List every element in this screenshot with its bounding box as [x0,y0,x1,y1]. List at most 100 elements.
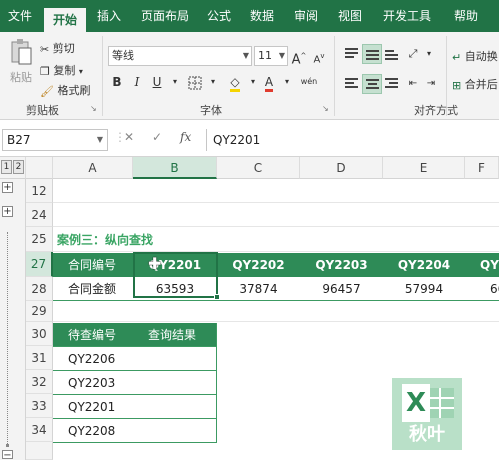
tab-file[interactable]: 文件 [0,0,40,32]
decrease-font-size-button[interactable]: Av [310,46,328,66]
select-all-corner[interactable] [26,157,53,179]
row-header-selected[interactable]: 27 [26,252,53,277]
table1-value-cell[interactable]: 96457 [300,277,383,301]
bold-button[interactable]: B [108,72,126,92]
tab-home[interactable]: 开始 [44,8,86,32]
paste-button[interactable]: 粘贴 [6,38,36,94]
clipboard-dialog-launcher-icon[interactable]: ↘ [90,104,97,113]
outline-level-2-button[interactable]: 2 [13,160,24,174]
qiuye-logo: X 秋叶 [392,378,462,450]
table2-lookup-cell[interactable]: QY2208 [60,419,133,443]
increase-font-size-button[interactable]: A^ [290,46,308,67]
row-header[interactable] [26,442,53,460]
column-header-d[interactable]: D [300,157,383,179]
expand-group-icon[interactable]: + [2,206,13,217]
row-header[interactable]: 28 [26,277,53,301]
table1-header-label[interactable]: 合同编号 [60,253,133,277]
table2-header-cell[interactable]: 查询结果 [140,323,217,347]
column-header-f[interactable]: F [465,157,499,179]
align-top-button[interactable] [342,44,362,64]
fill-color-button[interactable]: ◇ [226,72,244,92]
cancel-icon[interactable]: ✕ [124,130,134,144]
table1-header-cell[interactable]: QY2202 [217,253,300,277]
fill-handle[interactable] [214,294,220,300]
orientation-chevron-down-icon[interactable]: ▾ [420,44,438,64]
table2-lookup-cell[interactable]: QY2201 [60,395,133,419]
row-header[interactable]: 24 [26,203,53,227]
selected-cell-outline[interactable] [133,252,218,298]
table1-value-cell[interactable]: 66 [474,277,499,301]
tab-view[interactable]: 视图 [330,0,370,32]
expand-group-icon[interactable]: + [2,182,13,193]
table2-row-border [53,346,217,347]
italic-button[interactable]: I [128,72,146,92]
table2-header-cell[interactable]: 待查编号 [60,323,133,347]
copy-chevron-down-icon: ▾ [78,67,83,76]
tab-insert[interactable]: 插入 [90,0,128,32]
name-box[interactable]: B27 ▼ [2,129,108,151]
format-painter-button[interactable]: 🖌 格式刷 [40,82,90,98]
outline-gutter [0,179,26,460]
wrap-text-button[interactable]: ↵ 自动换 [452,48,498,64]
table1-value-cell[interactable]: 37874 [217,277,300,301]
table1-value-cell[interactable]: 57994 [383,277,465,301]
column-header-b[interactable]: B [133,157,217,179]
increase-indent-icon[interactable]: ⇥ [422,74,440,94]
font-color-chevron-down-icon[interactable]: ▾ [278,72,296,92]
align-middle-button[interactable] [362,44,382,64]
cut-label: 剪切 [52,42,75,55]
insert-function-button[interactable]: fx [180,130,191,144]
underline-chevron-down-icon[interactable]: ▾ [166,72,184,92]
font-color-button[interactable]: A [260,72,278,92]
row-header[interactable]: 31 [26,346,53,370]
copy-button[interactable]: ❐ 复制 ▾ [40,62,83,78]
table2-lookup-cell[interactable]: QY2206 [60,347,133,371]
row-header[interactable]: 25 [26,227,53,252]
table1-header-cell[interactable]: QY2204 [383,253,465,277]
column-header-a[interactable]: A [53,157,133,179]
font-name-dropdown[interactable]: 等线 ▼ [108,46,252,66]
collapse-group-icon[interactable]: − [2,450,13,460]
group-divider [334,36,335,116]
align-center-button[interactable] [362,74,382,94]
tab-developer[interactable]: 开发工具 [374,0,440,32]
column-header-e[interactable]: E [383,157,465,179]
align-bottom-button[interactable] [382,44,402,64]
formula-input[interactable]: QY2201 [206,129,499,151]
copy-icon: ❐ [40,64,50,78]
phonetic-wen-label: wén [300,77,318,86]
decrease-indent-icon[interactable]: ⇤ [404,74,422,94]
outline-level-1-button[interactable]: 1 [1,160,12,174]
enter-icon[interactable]: ✓ [152,130,162,144]
align-left-button[interactable] [342,74,362,94]
borders-button[interactable] [186,72,204,92]
align-right-button[interactable] [382,74,402,94]
table2-lookup-cell[interactable]: QY2203 [60,371,133,395]
row-header[interactable]: 12 [26,179,53,203]
cut-button[interactable]: ✂ 剪切 [40,40,75,56]
merge-center-button[interactable]: ⊞ 合并后 [452,76,498,92]
phonetic-guide-button[interactable]: wén [298,72,320,92]
table1-row-label[interactable]: 合同金额 [60,277,133,301]
font-dialog-launcher-icon[interactable]: ↘ [322,104,329,113]
tab-help[interactable]: 帮助 [446,0,486,32]
row-header[interactable]: 30 [26,322,53,346]
tab-page-layout[interactable]: 页面布局 [132,0,198,32]
tab-review[interactable]: 审阅 [286,0,326,32]
clipboard-group-label: 剪贴板 [26,104,59,117]
tab-data[interactable]: 数据 [242,0,282,32]
row-header[interactable]: 29 [26,301,53,322]
font-size-dropdown[interactable]: 11 ▼ [254,46,288,66]
wrap-text-icon: ↵ [452,50,462,64]
borders-chevron-down-icon[interactable]: ▾ [204,72,222,92]
table1-header-cell[interactable]: QY2203 [300,253,383,277]
case-title[interactable]: 案例三：纵向查找 [53,228,253,252]
column-header-c[interactable]: C [217,157,300,179]
row-header[interactable]: 34 [26,418,53,442]
underline-button[interactable]: U [148,72,166,92]
row-header[interactable]: 33 [26,394,53,418]
row-header[interactable]: 32 [26,370,53,394]
table1-header-cell[interactable]: QY [474,253,499,277]
copy-label: 复制 [53,64,76,77]
tab-formulas[interactable]: 公式 [200,0,238,32]
